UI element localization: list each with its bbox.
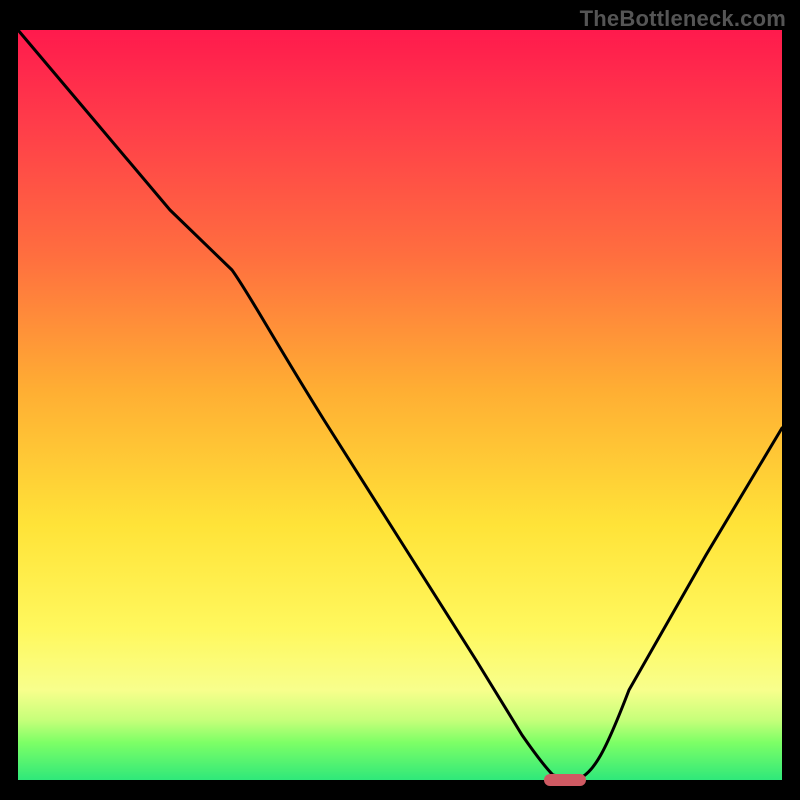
optimal-marker: [544, 774, 586, 786]
bottleneck-curve: [18, 30, 782, 780]
watermark-text: TheBottleneck.com: [580, 6, 786, 32]
plot-area: [18, 30, 782, 780]
chart-frame: TheBottleneck.com: [0, 0, 800, 800]
curve-path: [18, 30, 782, 780]
